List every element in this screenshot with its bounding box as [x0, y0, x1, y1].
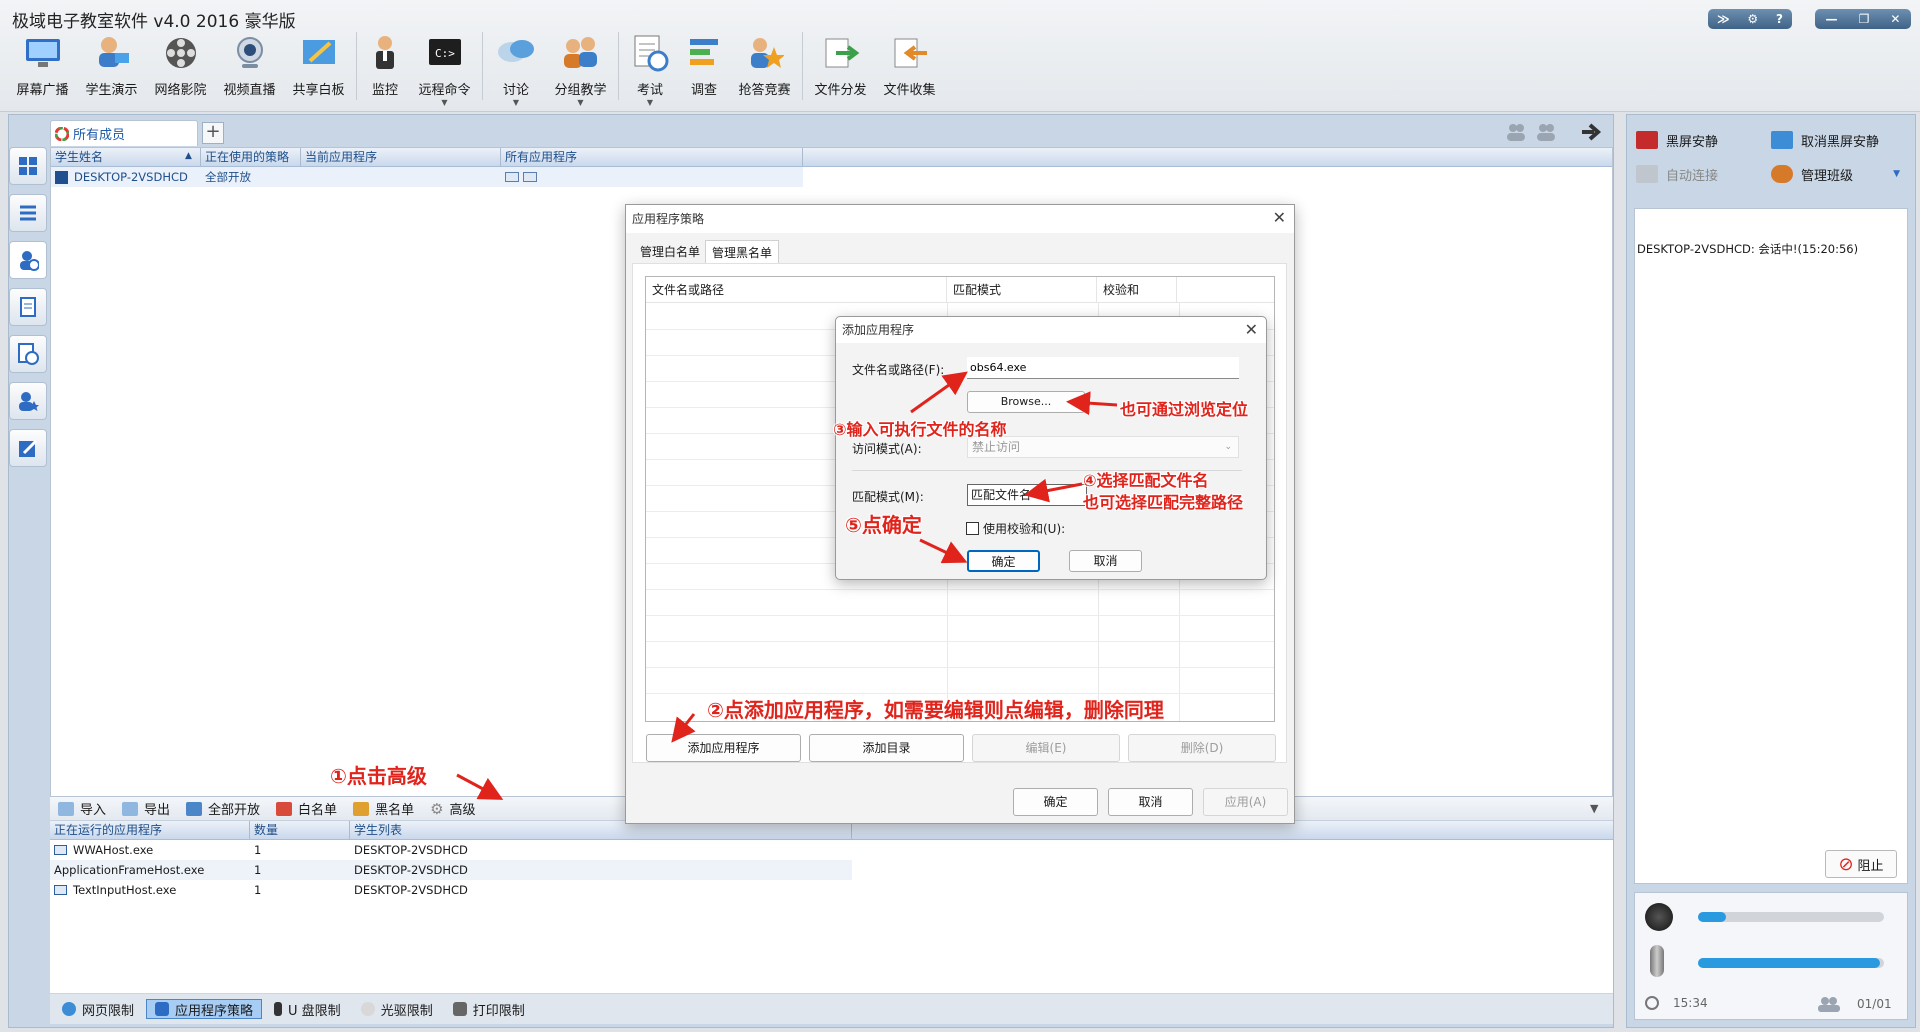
annotation-browse: 也可通过浏览定位	[1120, 400, 1249, 419]
arrow-to-add-app	[671, 713, 696, 743]
annotation-step5: ⑤点确定	[845, 513, 922, 537]
annotation-arrows	[456, 371, 1118, 800]
arrow-to-path-input	[910, 371, 968, 414]
arrow-to-ok	[919, 538, 968, 564]
annotation-step4-alt: 也可选择匹配完整路径	[1083, 493, 1244, 512]
arrow-to-match-mode	[1024, 478, 1083, 503]
annotation-step2: ②点添加应用程序，如需要编辑则点编辑，删除同理	[707, 698, 1164, 722]
annotation-step1: ①点击高级	[330, 764, 427, 788]
annotation-step4: ④选择匹配文件名	[1083, 471, 1209, 490]
arrow-to-browse	[1066, 391, 1118, 416]
annotation-step3: ③输入可执行文件的名称	[833, 420, 1007, 439]
arrow-to-advanced	[456, 773, 504, 800]
